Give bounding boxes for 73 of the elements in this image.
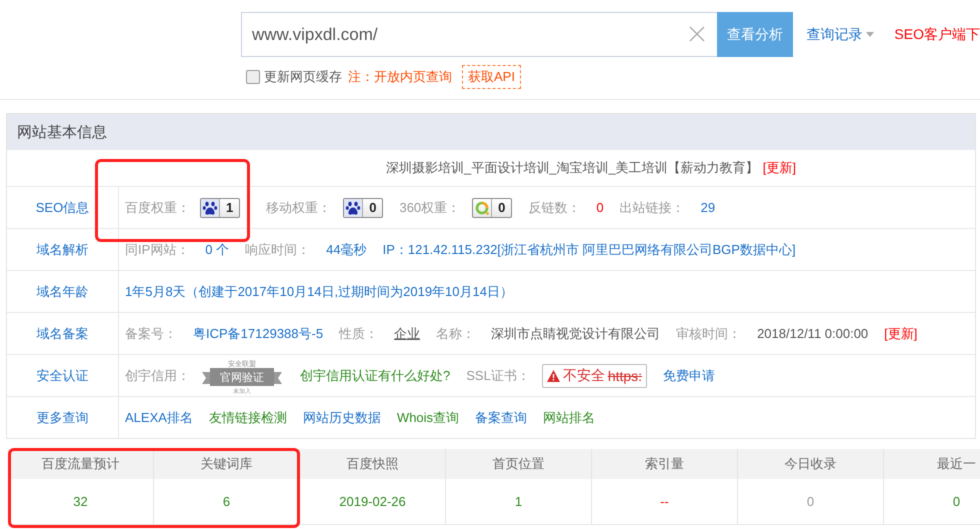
field-label: 性质： [339, 324, 378, 342]
section-title: 网站基本信息 [7, 114, 975, 150]
weight-badge: 0 [472, 198, 512, 218]
table-cell: 2019-02-26 [300, 479, 445, 525]
row-label: 安全认证 [7, 355, 119, 396]
field-label: 同IP网站： [125, 240, 190, 258]
link[interactable]: 免费申请 [663, 366, 716, 384]
field-label: 百度权重： [125, 198, 190, 216]
column-header: 最近一 [884, 449, 980, 479]
row-label: 域名年龄 [7, 271, 119, 312]
field-label: 响应时间： [245, 240, 310, 258]
link[interactable]: Whois查询 [396, 408, 460, 426]
table-cell: -- [592, 479, 737, 525]
paw-icon [201, 198, 220, 216]
link[interactable]: 网站历史数据 [302, 408, 381, 426]
weight-badge: 1 [200, 198, 240, 218]
field-value: 0 [596, 200, 604, 215]
field-label: 反链数： [528, 198, 580, 216]
table-cell: 0 [884, 479, 980, 525]
table-cell: 32 [8, 479, 153, 525]
column-header: 百度流量预计 [8, 449, 153, 479]
link[interactable]: 友情链接检测 [208, 408, 287, 426]
field-label: 移动权重： [266, 198, 332, 216]
checkbox-label: 更新网页缓存 [264, 68, 342, 86]
field-label: 备案号： [125, 324, 177, 342]
link[interactable]: 粤ICP备17129388号-5 [193, 324, 324, 342]
link[interactable]: 创宇信用认证有什么好处? [300, 366, 450, 384]
link[interactable]: 网站排名 [543, 408, 596, 426]
update-link[interactable]: [更新] [762, 159, 796, 177]
column-header: 索引量 [592, 449, 737, 479]
table-cell: 1 [446, 479, 591, 525]
column-header: 百度快照 [300, 449, 445, 479]
field-label: 名称： [436, 324, 476, 342]
field-label: SSL证书： [466, 366, 530, 384]
field-value: 44毫秒 [326, 240, 367, 258]
field-value: 深圳市点睛视觉设计有限公司 [491, 324, 660, 342]
link[interactable]: [更新] [884, 324, 918, 342]
ring-icon [473, 198, 492, 216]
field-value: 0 个 [205, 240, 230, 258]
client-link[interactable]: SEO客户端下 [894, 26, 980, 44]
field-value: IP：121.42.115.232[浙江省杭州市 阿里巴巴网络有限公司BGP数据中心] [382, 240, 796, 258]
link[interactable]: 企业 [394, 324, 420, 342]
paw-icon [344, 198, 364, 216]
field-value: 2018/12/11 0:00:00 [757, 326, 868, 341]
field-label: 创宇信用： [125, 366, 190, 384]
note-text: 注：开放内页查询 [348, 68, 452, 86]
history-dropdown[interactable]: 查询记录 [806, 26, 874, 44]
column-header: 今日收录 [738, 449, 883, 479]
row-label: 更多查询 [7, 397, 119, 438]
field-label: 审核时间： [676, 324, 742, 342]
warning-icon [546, 370, 560, 382]
site-title: 深圳摄影培训_平面设计培训_淘宝培训_美工培训【薪动力教育】 [386, 159, 759, 177]
row-label: 域名解析 [7, 229, 119, 270]
caret-icon [866, 32, 874, 37]
column-header: 关键词库 [154, 449, 299, 479]
analyze-button[interactable]: 查看分析 [717, 12, 794, 57]
table-cell: 6 [154, 479, 299, 525]
column-header: 首页位置 [446, 449, 591, 479]
field-label: 360权重： [399, 198, 460, 216]
row-label: 域名备案 [7, 313, 119, 354]
ssl-warning-badge: 不安全 https: [542, 364, 648, 388]
row-label: SEO信息 [7, 187, 119, 228]
link[interactable]: ALEXA排名 [125, 408, 193, 426]
table-cell: 0 [738, 479, 883, 525]
close-icon[interactable] [689, 26, 705, 42]
field-label: 出站链接： [620, 198, 685, 216]
field-value: 29 [700, 200, 716, 215]
link[interactable]: 备案查询 [475, 408, 528, 426]
checkbox[interactable] [246, 70, 260, 84]
api-button[interactable]: 获取API [462, 65, 521, 89]
search-field[interactable]: www.vipxdl.com/ [241, 12, 717, 57]
weight-badge: 0 [343, 198, 384, 218]
field-value: 1年5月8天（创建于2017年10月14日,过期时间为2019年10月14日） [125, 282, 513, 300]
